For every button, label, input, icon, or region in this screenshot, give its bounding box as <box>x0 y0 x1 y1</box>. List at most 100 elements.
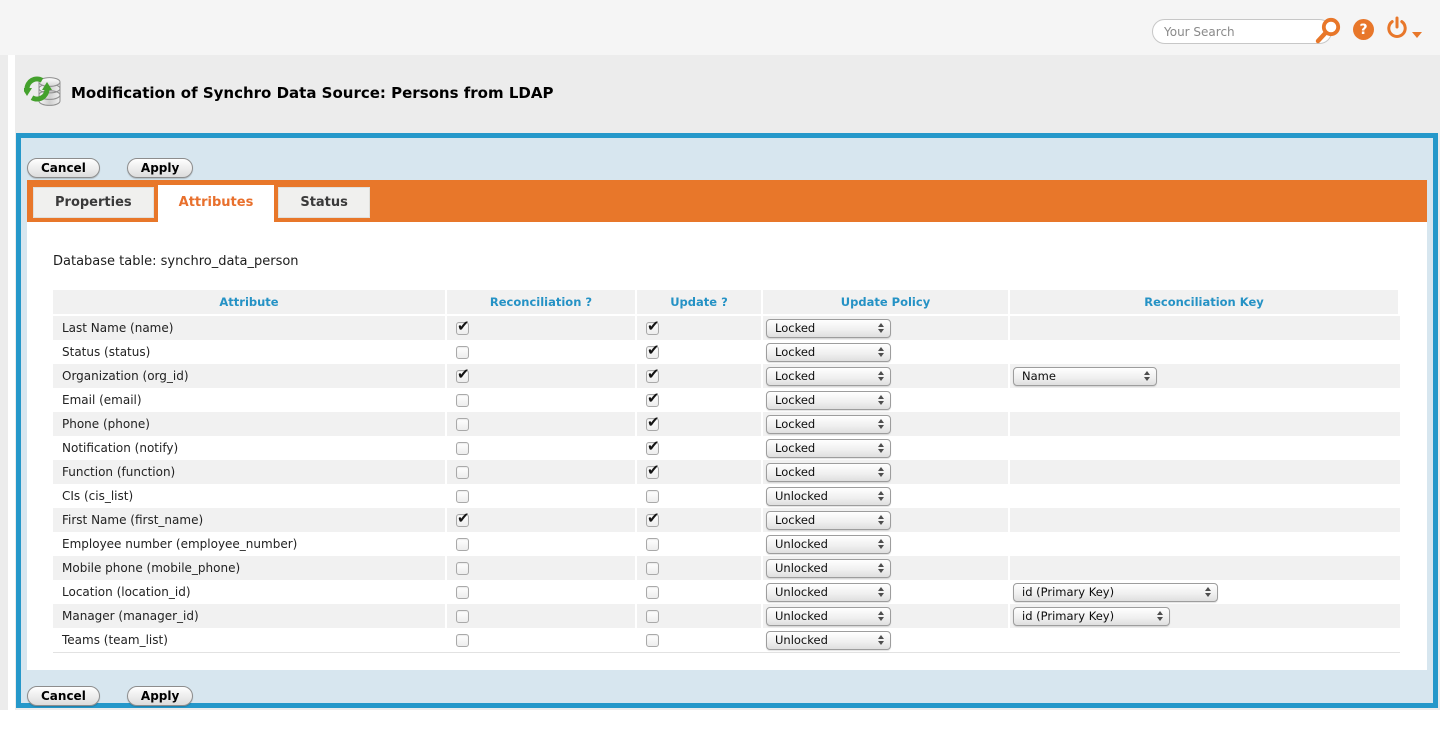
logout-menu[interactable] <box>1385 16 1422 44</box>
power-icon[interactable] <box>1385 16 1409 44</box>
update-checkbox[interactable] <box>646 634 659 647</box>
update-policy-select[interactable]: Locked <box>766 343 891 362</box>
update-cell <box>637 316 763 340</box>
update-checkbox[interactable] <box>646 466 659 479</box>
reconciliation-checkbox[interactable] <box>456 514 469 527</box>
tabbed-panel: Properties Attributes Status Database ta… <box>27 180 1427 670</box>
update-policy-cell: Locked <box>763 508 1010 532</box>
update-policy-select[interactable]: Locked <box>766 463 891 482</box>
reconciliation-checkbox[interactable] <box>456 562 469 575</box>
reconciliation-key-select[interactable]: id (Primary Key) <box>1013 607 1170 626</box>
update-checkbox[interactable] <box>646 418 659 431</box>
update-checkbox[interactable] <box>646 538 659 551</box>
search-icon[interactable] <box>1312 15 1344 51</box>
update-policy-select[interactable]: Locked <box>766 319 891 338</box>
reconciliation-checkbox[interactable] <box>456 490 469 503</box>
top-bar: ? <box>0 0 1440 55</box>
apply-button[interactable]: Apply <box>127 158 193 178</box>
update-policy-select[interactable]: Unlocked <box>766 583 891 602</box>
reconciliation-key-cell: Name <box>1010 364 1398 388</box>
update-checkbox[interactable] <box>646 514 659 527</box>
update-policy-select-value: Unlocked <box>775 585 828 599</box>
attribute-name: Teams (team_list) <box>53 628 447 652</box>
update-policy-select[interactable]: Unlocked <box>766 487 891 506</box>
reconciliation-checkbox[interactable] <box>456 322 469 335</box>
tab-attributes[interactable]: Attributes <box>158 185 275 222</box>
reconciliation-checkbox[interactable] <box>456 442 469 455</box>
reconciliation-checkbox[interactable] <box>456 370 469 383</box>
reconciliation-key-select-value: Name <box>1022 369 1056 383</box>
help-icon[interactable]: ? <box>1353 19 1374 40</box>
reconciliation-key-select[interactable]: Name <box>1013 367 1157 386</box>
update-policy-select-value: Locked <box>775 441 815 455</box>
reconciliation-key-cell <box>1010 412 1398 436</box>
reconciliation-checkbox[interactable] <box>456 394 469 407</box>
global-search <box>1152 19 1332 44</box>
reconciliation-key-cell <box>1010 316 1398 340</box>
reconciliation-cell <box>447 412 637 436</box>
reconciliation-cell <box>447 580 637 604</box>
update-checkbox[interactable] <box>646 442 659 455</box>
stepper-arrows-icon <box>878 539 884 549</box>
update-checkbox[interactable] <box>646 346 659 359</box>
stepper-arrows-icon <box>878 563 884 573</box>
update-cell <box>637 556 763 580</box>
update-policy-select[interactable]: Unlocked <box>766 631 891 650</box>
reconciliation-checkbox[interactable] <box>456 466 469 479</box>
tab-status[interactable]: Status <box>278 187 370 218</box>
stepper-arrows-icon <box>878 395 884 405</box>
reconciliation-checkbox[interactable] <box>456 634 469 647</box>
update-cell <box>637 460 763 484</box>
reconciliation-checkbox[interactable] <box>456 418 469 431</box>
update-policy-cell: Locked <box>763 388 1010 412</box>
update-checkbox[interactable] <box>646 394 659 407</box>
stepper-arrows-icon <box>1144 371 1150 381</box>
reconciliation-key-select[interactable]: id (Primary Key) <box>1013 583 1218 602</box>
reconciliation-checkbox[interactable] <box>456 538 469 551</box>
cancel-button[interactable]: Cancel <box>27 686 100 706</box>
column-header-update: Update ? <box>637 290 763 314</box>
update-policy-select[interactable]: Unlocked <box>766 535 891 554</box>
reconciliation-key-cell <box>1010 388 1398 412</box>
reconciliation-checkbox[interactable] <box>456 610 469 623</box>
reconciliation-checkbox[interactable] <box>456 346 469 359</box>
table-row: Notification (notify)Locked <box>53 436 1400 460</box>
update-policy-select[interactable]: Locked <box>766 391 891 410</box>
update-checkbox[interactable] <box>646 370 659 383</box>
tab-properties[interactable]: Properties <box>33 187 154 218</box>
update-policy-cell: Unlocked <box>763 628 1010 652</box>
reconciliation-key-cell <box>1010 628 1398 652</box>
update-policy-select[interactable]: Locked <box>766 439 891 458</box>
form-toolbar-top: Cancel Apply <box>21 138 1433 178</box>
attributes-tab-content: Database table: synchro_data_person Attr… <box>27 222 1427 670</box>
update-policy-select[interactable]: Locked <box>766 511 891 530</box>
update-cell <box>637 484 763 508</box>
update-policy-select-value: Locked <box>775 345 815 359</box>
update-policy-cell: Unlocked <box>763 604 1010 628</box>
column-header-attribute: Attribute <box>53 290 447 314</box>
update-policy-cell: Locked <box>763 340 1010 364</box>
update-checkbox[interactable] <box>646 490 659 503</box>
cancel-button[interactable]: Cancel <box>27 158 100 178</box>
update-cell <box>637 508 763 532</box>
update-policy-select[interactable]: Unlocked <box>766 559 891 578</box>
update-checkbox[interactable] <box>646 610 659 623</box>
apply-button[interactable]: Apply <box>127 686 193 706</box>
update-checkbox[interactable] <box>646 586 659 599</box>
update-checkbox[interactable] <box>646 562 659 575</box>
reconciliation-key-cell <box>1010 436 1398 460</box>
update-policy-select[interactable]: Locked <box>766 415 891 434</box>
synchro-database-icon <box>24 71 64 115</box>
attribute-name: Last Name (name) <box>53 316 447 340</box>
update-policy-select-value: Unlocked <box>775 489 828 503</box>
column-header-reconciliation-key: Reconciliation Key <box>1010 290 1398 314</box>
reconciliation-checkbox[interactable] <box>456 586 469 599</box>
update-policy-select[interactable]: Unlocked <box>766 607 891 626</box>
search-input[interactable] <box>1152 19 1332 44</box>
update-policy-select[interactable]: Locked <box>766 367 891 386</box>
stepper-arrows-icon <box>878 515 884 525</box>
update-cell <box>637 580 763 604</box>
update-policy-select-value: Locked <box>775 417 815 431</box>
update-checkbox[interactable] <box>646 322 659 335</box>
reconciliation-key-cell <box>1010 556 1398 580</box>
